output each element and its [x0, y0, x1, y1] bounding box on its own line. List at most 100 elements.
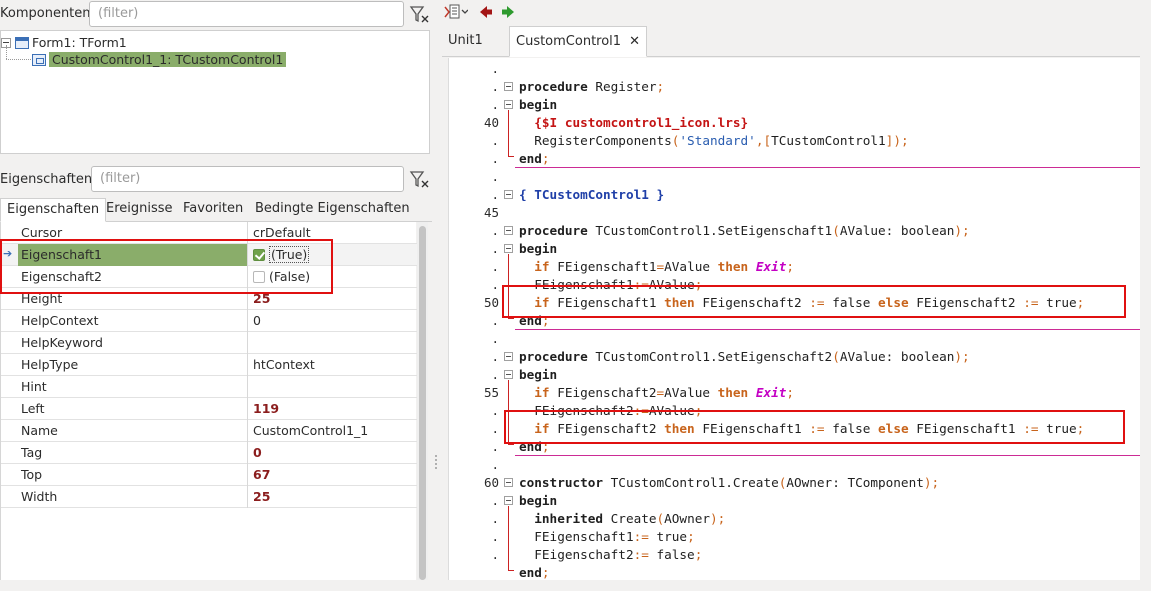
code-line[interactable]: RegisterComponents('Standard',[TCustomCo… — [519, 132, 908, 150]
line-number: . — [491, 151, 499, 166]
tab-ereignisse[interactable]: Ereignisse — [100, 198, 179, 222]
code-line[interactable]: if FEigenschaft2=AValue then Exit; — [519, 384, 794, 402]
line-number: . — [491, 439, 499, 454]
property-value[interactable]: htContext — [249, 354, 415, 376]
properties-filter-input[interactable]: (filter) — [91, 166, 404, 192]
code-line[interactable]: procedure TCustomControl1.SetEigenschaft… — [519, 348, 970, 366]
fold-toggle-icon[interactable] — [504, 244, 513, 253]
procedure-separator — [515, 329, 1143, 330]
property-value[interactable]: 25 — [249, 486, 415, 508]
fold-toggle-icon[interactable] — [504, 82, 513, 91]
property-value[interactable]: 0 — [249, 442, 415, 464]
procedure-separator — [515, 455, 1143, 456]
line-number: . — [491, 493, 499, 508]
code-explorer-icon[interactable] — [444, 3, 469, 21]
property-value[interactable]: 67 — [249, 464, 415, 486]
code-line[interactable]: end; — [519, 150, 550, 168]
fold-toggle-icon[interactable] — [504, 496, 513, 505]
code-line[interactable]: {$I customcontrol1_icon.lrs} — [519, 114, 748, 132]
fold-toggle-icon[interactable] — [504, 352, 513, 361]
jump-forward-icon[interactable] — [500, 3, 516, 21]
property-name: HelpContext — [18, 310, 248, 332]
code-line[interactable]: inherited Create(AOwner); — [519, 510, 725, 528]
fold-toggle-icon[interactable] — [504, 226, 513, 235]
tab-unit1[interactable]: Unit1 — [442, 26, 489, 57]
panel-splitter[interactable] — [432, 0, 442, 591]
component-tree[interactable]: Form1: TForm1 CustomControl1_1: TCustomC… — [0, 30, 430, 154]
code-line[interactable]: procedure Register; — [519, 78, 664, 96]
line-number: . — [491, 259, 499, 274]
property-row[interactable]: Hint — [1, 376, 417, 398]
code-line[interactable]: if FEigenschaft1=AValue then Exit; — [519, 258, 794, 276]
splitter-grip[interactable] — [206, 157, 224, 168]
highlight-box — [502, 285, 1126, 318]
line-number: . — [491, 79, 499, 94]
components-label: Komponenten — [0, 6, 91, 21]
property-name: Left — [18, 398, 248, 420]
code-line[interactable]: begin — [519, 492, 557, 510]
line-number: 50 — [483, 295, 499, 310]
property-name: HelpType — [18, 354, 248, 376]
property-row[interactable]: Tag 0 — [1, 442, 417, 464]
line-number: . — [491, 133, 499, 148]
object-inspector: Komponenten (filter) Form1: TForm1 Custo… — [0, 0, 432, 591]
line-number: . — [491, 511, 499, 526]
property-value[interactable]: 119 — [249, 398, 415, 420]
fold-toggle-icon[interactable] — [504, 478, 513, 487]
property-row[interactable]: Top 67 — [1, 464, 417, 486]
code-line[interactable]: begin — [519, 366, 557, 384]
fold-toggle-icon[interactable] — [504, 370, 513, 379]
procedure-separator — [515, 167, 1143, 168]
editor-tabs: Unit1 CustomControl1 ✕ — [442, 24, 1140, 57]
line-number: . — [491, 403, 499, 418]
fold-toggle-icon[interactable] — [504, 100, 513, 109]
line-number: . — [491, 97, 499, 112]
property-row[interactable]: Name CustomControl1_1 — [1, 420, 417, 442]
components-filter-input[interactable]: (filter) — [89, 1, 404, 27]
clear-filter-icon[interactable] — [407, 1, 431, 27]
property-name: HelpKeyword — [18, 332, 248, 354]
tree-node-form1[interactable]: Form1: TForm1 — [1, 34, 127, 52]
property-grid-scrollbar[interactable] — [417, 222, 428, 580]
clear-filter-icon[interactable] — [407, 166, 431, 192]
tab-label: CustomControl1 — [516, 34, 622, 49]
property-value[interactable] — [249, 332, 415, 354]
close-tab-icon[interactable]: ✕ — [629, 34, 640, 49]
property-row[interactable]: Left 119 — [1, 398, 417, 420]
code-line[interactable]: FEigenschaft1:= true; — [519, 528, 694, 546]
property-row[interactable]: HelpContext 0 — [1, 310, 417, 332]
control-icon — [32, 54, 46, 66]
line-number: . — [491, 61, 499, 76]
tab-favoriten[interactable]: Favoriten — [177, 198, 249, 222]
tab-bedingte-eigenschaften[interactable]: Bedingte Eigenschaften — [249, 198, 416, 222]
code-editor[interactable]: ... 40.... 45.... 50.... 55.... 60.... proced… — [448, 58, 1143, 582]
code-line[interactable]: procedure TCustomControl1.SetEigenschaft… — [519, 222, 970, 240]
line-number: . — [491, 169, 499, 184]
tab-customcontrol1[interactable]: CustomControl1 ✕ — [509, 26, 647, 57]
line-number: 60 — [483, 475, 499, 490]
line-number: . — [491, 187, 499, 202]
tab-eigenschaften[interactable]: Eigenschaften — [0, 198, 107, 222]
fold-column — [503, 58, 515, 580]
tree-node-customcontrol[interactable]: CustomControl1_1: TCustomControl1 — [32, 51, 287, 69]
line-number: . — [491, 529, 499, 544]
property-value[interactable]: CustomControl1_1 — [249, 420, 415, 442]
property-row[interactable]: HelpKeyword — [1, 332, 417, 354]
code-line[interactable]: begin — [519, 96, 557, 114]
fold-toggle-icon[interactable] — [504, 190, 513, 199]
editor-scrollbar[interactable] — [1140, 58, 1151, 580]
line-number: . — [491, 313, 499, 328]
code-line[interactable]: begin — [519, 240, 557, 258]
property-value[interactable]: 0 — [249, 310, 415, 332]
code-line[interactable]: end; — [519, 564, 550, 582]
jump-back-icon[interactable] — [478, 3, 494, 21]
code-line[interactable]: { TCustomControl1 } — [519, 186, 664, 204]
property-row[interactable]: HelpType htContext — [1, 354, 417, 376]
scrollbar-thumb[interactable] — [419, 226, 426, 580]
line-number: . — [491, 223, 499, 238]
property-row[interactable]: Width 25 — [1, 486, 417, 508]
property-value[interactable] — [249, 376, 415, 398]
line-number: . — [491, 421, 499, 436]
code-line[interactable]: constructor TCustomControl1.Create(AOwne… — [519, 474, 939, 492]
code-line[interactable]: FEigenschaft2:= false; — [519, 546, 702, 564]
